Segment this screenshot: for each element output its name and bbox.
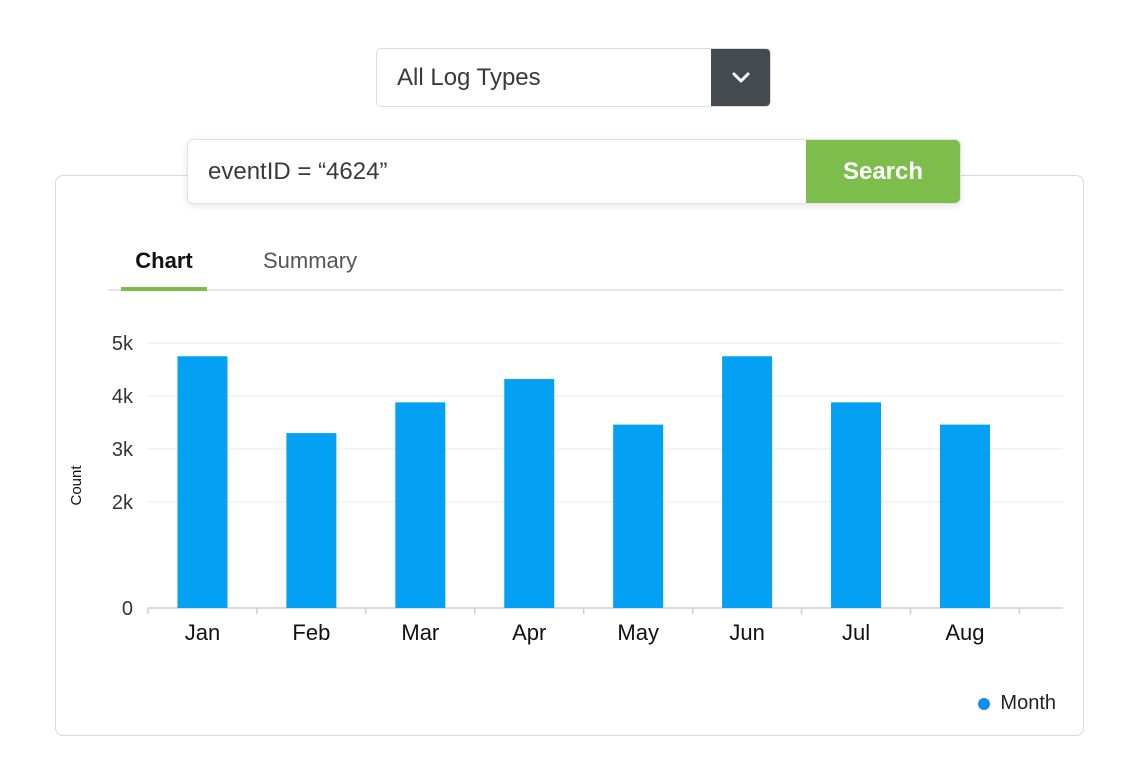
bar [722,356,773,608]
search-bar: Search [187,139,961,204]
bar [286,433,337,608]
bar [831,402,882,608]
bar [177,356,228,608]
x-tick-label: Mar [401,620,439,645]
x-tick-label: Aug [945,620,984,645]
search-button[interactable]: Search [806,140,960,203]
search-input[interactable] [188,140,806,203]
bar [939,424,990,608]
legend-marker [978,697,991,710]
y-tick-label: 3k [112,439,134,461]
y-tick-label: 5k [112,333,134,355]
y-tick-label: 2k [112,492,134,514]
y-tick-label: 0 [122,598,133,620]
x-tick-label: May [617,620,659,645]
legend-label: Month [1000,692,1056,714]
x-tick-label: Apr [512,620,546,645]
bar-chart: 0 2k 3k 4k 5k Jan Feb Mar Apr May Jun Jul Aug Count [68,333,1063,645]
bar [395,402,446,608]
x-tick-label: Jan [185,620,220,645]
y-axis-label: Count [68,465,85,506]
x-tick-label: Jul [842,620,870,645]
bar [504,379,555,608]
bar [613,424,664,608]
x-tick-label: Jun [729,620,764,645]
chart-legend[interactable]: Month [978,692,1056,715]
x-tick-label: Feb [292,620,330,645]
y-tick-label: 4k [112,386,134,408]
